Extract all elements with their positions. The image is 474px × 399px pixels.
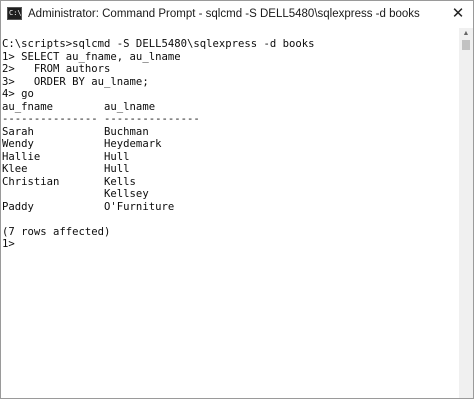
console-line: 4> go [2, 88, 34, 100]
result-row: Christian Kells [2, 175, 136, 188]
result-row: Sarah Buchman [2, 125, 149, 138]
result-row: Klee Hull [2, 163, 130, 175]
scroll-up-arrow-icon[interactable]: ▲ [459, 28, 473, 40]
column-header-line: au_fname au_lname [2, 100, 156, 113]
command-prompt-icon-text: C:\ [9, 9, 22, 17]
result-row: Kellsey [2, 188, 149, 200]
console-line: C:\scripts>sqlcmd -S DELL5480\sqlexpress… [2, 38, 315, 50]
close-button[interactable]: ✕ [443, 1, 473, 27]
result-row: Paddy O'Furniture [2, 200, 175, 213]
window-title: Administrator: Command Prompt - sqlcmd -… [28, 8, 420, 20]
command-prompt-line: 1> [2, 238, 15, 250]
column-separator-line: --------------- --------------- [2, 113, 200, 125]
console-line: 2> FROM authors [2, 63, 111, 75]
console-line: 3> ORDER BY au_lname; [2, 75, 149, 88]
command-prompt-icon: C:\ [7, 7, 22, 20]
rows-affected-message: (7 rows affected) [2, 225, 111, 238]
title-bar[interactable]: C:\ Administrator: Command Prompt - sqlc… [1, 1, 473, 28]
console-output[interactable]: C:\scripts>sqlcmd -S DELL5480\sqlexpress… [1, 28, 459, 398]
result-row: Hallie Hull [2, 150, 130, 163]
console-line: 1> SELECT au_fname, au_lname [2, 50, 181, 63]
command-prompt-window: C:\ Administrator: Command Prompt - sqlc… [0, 0, 474, 399]
scrollbar-thumb[interactable] [462, 40, 470, 50]
vertical-scrollbar[interactable]: ▲ [459, 28, 473, 398]
result-row: Wendy Heydemark [2, 138, 162, 150]
